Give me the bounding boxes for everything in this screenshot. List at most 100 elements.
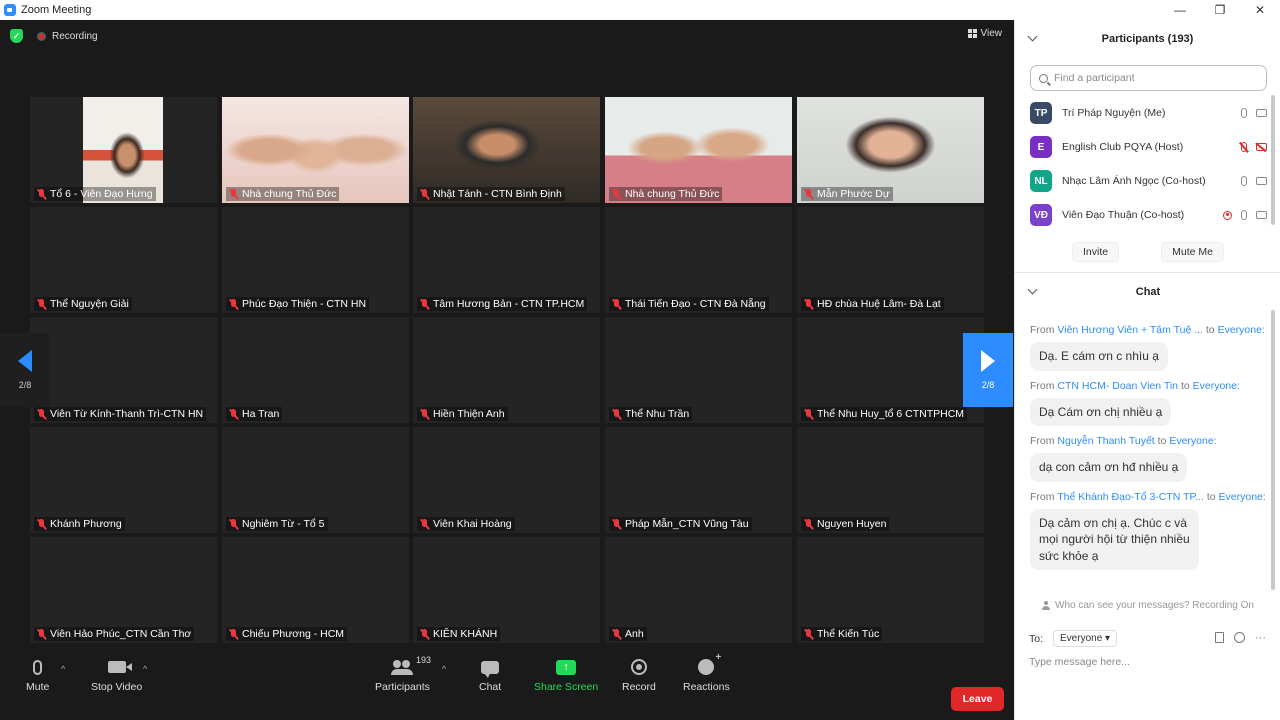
side-panel: Participants (193) Find a participant TP…: [1014, 20, 1280, 720]
video-tile[interactable]: KIÊN KHÁNH: [413, 537, 600, 643]
video-tile[interactable]: Thể Nhu Huy_tổ 6 CTNTPHCM: [797, 317, 984, 423]
participant-name: Phúc Đạo Thiện - CTN HN: [242, 298, 367, 310]
video-tile[interactable]: Tổ 6 - Viên Đạo Hưng: [30, 97, 217, 203]
stop-video-button[interactable]: Stop Video: [91, 658, 142, 693]
camera-icon: [1256, 177, 1267, 185]
sender-name[interactable]: Nguyễn Thanh Tuyết: [1057, 435, 1154, 447]
from-label: From: [1030, 435, 1055, 447]
participant-row[interactable]: NL Nhạc Lâm Ánh Ngọc (Co-host): [1030, 164, 1267, 198]
video-tile[interactable]: Ha Tran: [222, 317, 409, 423]
minimize-button[interactable]: —: [1160, 0, 1200, 20]
video-tile[interactable]: HĐ chùa Huệ Lâm- Đà Lạt: [797, 207, 984, 313]
participants-scrollbar[interactable]: [1271, 95, 1275, 225]
video-tile[interactable]: Khánh Phương: [30, 427, 217, 533]
video-tile[interactable]: Mẫn Phước Dự: [797, 97, 984, 203]
participant-name: Ha Tran: [242, 408, 280, 420]
camera-icon: [1256, 109, 1267, 117]
participant-name: Nhà chung Thủ Đức: [242, 188, 337, 200]
recording-indicator[interactable]: Recording: [37, 31, 98, 42]
participant-search-input[interactable]: Find a participant: [1030, 65, 1267, 91]
record-button[interactable]: Record: [622, 658, 656, 693]
participants-icon: [391, 660, 414, 675]
video-tile[interactable]: Thể Nguyện Giải: [30, 207, 217, 313]
video-tile[interactable]: Phúc Đạo Thiện - CTN HN: [222, 207, 409, 313]
collapse-chat-chevron-icon[interactable]: [1027, 284, 1038, 295]
message-line: sức khỏe ạ: [1039, 548, 1099, 563]
security-shield-icon[interactable]: ✓: [10, 29, 23, 43]
participants-options-chevron-icon[interactable]: ^: [442, 664, 446, 674]
participant-list-name: Trí Pháp Nguyện (Me): [1062, 107, 1166, 119]
share-screen-button[interactable]: ↑ Share Screen: [534, 658, 598, 693]
recipient-name[interactable]: Everyone:: [1218, 324, 1265, 336]
video-tile[interactable]: Pháp Mẫn_CTN Vũng Tàu: [605, 427, 792, 533]
participant-row[interactable]: TP Trí Pháp Nguyện (Me): [1030, 96, 1267, 130]
video-tile[interactable]: Nghiêm Từ - Tổ 5: [222, 427, 409, 533]
chat-message: From Thể Khánh Đạo-Tổ 3-CTN TP... to Eve…: [1030, 490, 1270, 570]
video-tile[interactable]: Chiếu Phương - HCM: [222, 537, 409, 643]
participant-name: Nhà chung Thủ Đức: [625, 188, 720, 200]
recipient-dropdown[interactable]: Everyone ▾: [1053, 630, 1118, 647]
search-placeholder: Find a participant: [1054, 72, 1135, 84]
participant-name-label: Thể Nhu Trần: [609, 407, 693, 421]
video-tile[interactable]: Thể Kiến Túc: [797, 537, 984, 643]
to-label: to: [1206, 490, 1216, 503]
participant-name: Viên Hảo Phúc_CTN Cần Thơ: [50, 628, 192, 640]
recipient-name[interactable]: Everyone:: [1193, 380, 1240, 392]
next-page-button[interactable]: 2/8: [963, 333, 1013, 407]
chat-label: Chat: [479, 681, 502, 693]
participant-name-label: KIÊN KHÁNH: [417, 627, 501, 641]
participant-name-label: Pháp Mẫn_CTN Vũng Tàu: [609, 517, 752, 531]
close-button[interactable]: ✕: [1240, 0, 1280, 20]
message-visibility-note[interactable]: Who can see your messages? Recording On: [1015, 600, 1280, 611]
video-tile[interactable]: Nhà chung Thủ Đức: [605, 97, 792, 203]
video-tile[interactable]: Viên Hảo Phúc_CTN Cần Thơ: [30, 537, 217, 643]
chat-message-input[interactable]: Type message here...: [1029, 656, 1130, 668]
sender-name[interactable]: Viên Hương Viên + Tâm Tuệ ...: [1057, 324, 1203, 336]
reactions-button[interactable]: Reactions: [683, 652, 730, 693]
video-tile[interactable]: Hiền Thiện Anh: [413, 317, 600, 423]
muted-mic-icon: [420, 188, 429, 200]
avatar: VĐ: [1030, 204, 1052, 226]
sender-name[interactable]: CTN HCM- Doan Vien Tin: [1057, 380, 1178, 392]
invite-button[interactable]: Invite: [1072, 242, 1120, 262]
video-tile[interactable]: Nguyen Huyen: [797, 427, 984, 533]
participant-list-name: English Club PQYA (Host): [1062, 141, 1184, 153]
sender-name[interactable]: Thể Khánh Đạo-Tổ 3-CTN TP...: [1057, 491, 1204, 503]
video-options-chevron-icon[interactable]: ^: [143, 664, 147, 674]
recipient-name[interactable]: Everyone:: [1169, 435, 1216, 447]
more-options-icon[interactable]: ···: [1255, 632, 1266, 644]
previous-page-button[interactable]: 2/8: [0, 333, 50, 407]
leave-button[interactable]: Leave: [951, 687, 1004, 711]
muted-mic-icon: [612, 408, 621, 420]
mute-button[interactable]: Mute: [26, 658, 49, 693]
video-tile[interactable]: Viên Khai Hoàng: [413, 427, 600, 533]
page-indicator-right: 2/8: [981, 380, 995, 390]
video-tile[interactable]: Anh: [605, 537, 792, 643]
participant-name-label: Viên Hảo Phúc_CTN Cần Thơ: [34, 627, 195, 641]
to-label: to: [1157, 435, 1167, 447]
video-tile[interactable]: Nhà chung Thủ Đức: [222, 97, 409, 203]
avatar: NL: [1030, 170, 1052, 192]
recipient-name[interactable]: Everyone:: [1219, 491, 1266, 503]
participant-name-label: Viên Từ Kính-Thanh Trì-CTN HN: [34, 407, 207, 421]
file-icon[interactable]: [1215, 632, 1224, 643]
video-tile[interactable]: Viên Từ Kính-Thanh Trì-CTN HN: [30, 317, 217, 423]
mute-me-button[interactable]: Mute Me: [1161, 242, 1224, 262]
video-tile[interactable]: Nhật Tánh - CTN Bình Định: [413, 97, 600, 203]
chat-scrollbar[interactable]: [1271, 310, 1275, 590]
participant-name: Khánh Phương: [50, 518, 122, 530]
video-tile[interactable]: Thái Tiến Đạo - CTN Đà Nẵng: [605, 207, 792, 313]
video-tile[interactable]: Tâm Hương Bản - CTN TP.HCM: [413, 207, 600, 313]
maximize-button[interactable]: ❐: [1200, 0, 1240, 20]
view-button[interactable]: View: [967, 28, 1002, 39]
emoji-icon[interactable]: [1234, 632, 1245, 643]
video-tile[interactable]: Thể Nhu Trần: [605, 317, 792, 423]
participants-title: Participants (193): [1101, 33, 1194, 45]
audio-options-chevron-icon[interactable]: ^: [61, 664, 65, 674]
chat-button[interactable]: Chat: [479, 658, 501, 693]
participant-row[interactable]: VĐ Viên Đạo Thuận (Co-host): [1030, 198, 1267, 232]
participant-name-label: Ha Tran: [226, 407, 283, 421]
collapse-participants-chevron-icon[interactable]: [1027, 31, 1038, 42]
participant-row[interactable]: E English Club PQYA (Host): [1030, 130, 1267, 164]
participant-name-label: Nhật Tánh - CTN Bình Định: [417, 187, 565, 201]
